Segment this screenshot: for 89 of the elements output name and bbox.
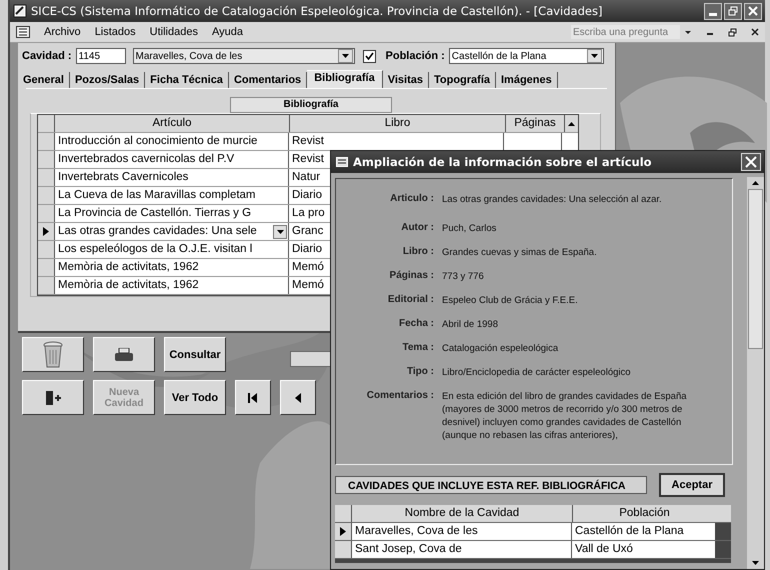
field-label: Editorial : <box>386 294 434 307</box>
help-search-field[interactable]: Escriba una pregunta <box>571 25 680 39</box>
window-title: SICE-CS (Sistema Informático de Catalogación Espeleológica. Provincia de Castellón). - [Cavidades] <box>31 4 602 18</box>
field-label: Tema : <box>402 342 434 355</box>
field-value: Puch, Carlos <box>442 222 498 235</box>
menu-item[interactable]: Listados <box>94 26 136 38</box>
table-cell: Memòria de activitats, 1962 <box>55 277 289 294</box>
field-value: Espeleo Club de Grácia y F.E.E. <box>442 294 579 307</box>
form-icon <box>336 157 348 167</box>
door-plus-icon <box>45 390 61 406</box>
close-icon <box>745 156 757 168</box>
row-selector[interactable] <box>38 223 55 240</box>
field-label: Autor : <box>400 222 434 235</box>
checkbox[interactable] <box>362 50 376 62</box>
poblacion-label: Población : <box>386 50 445 62</box>
first-record-icon <box>247 392 259 404</box>
menu-item[interactable]: Utilidades <box>150 26 198 38</box>
accept-button[interactable]: Aceptar <box>659 473 725 497</box>
section-caption: Bibliografía <box>230 97 392 113</box>
tab[interactable]: Imágenes <box>496 72 558 88</box>
close-icon <box>748 6 758 16</box>
delete-button[interactable] <box>22 337 84 372</box>
field-value: En esta edición del libro de grandes cavidades de España (mayores de 3000 metros de recorrido y/o 300 metros de desnivel) incluyen como grandes cavidades de Castellón (aunque no rebasen las cifras anteriores), <box>442 390 688 442</box>
minimize-icon <box>709 12 717 16</box>
trash-can-icon <box>42 340 64 368</box>
tab[interactable]: Ficha Técnica <box>145 72 229 88</box>
table-cell: Las otras grandes cavidades: Una sele <box>55 223 289 240</box>
restore-icon[interactable] <box>728 28 737 36</box>
column-header[interactable]: Artículo <box>55 115 290 132</box>
tab[interactable]: General <box>18 72 70 88</box>
field-label: Comentarios : <box>366 390 434 403</box>
dropdown-button[interactable] <box>273 225 287 239</box>
row-selector[interactable] <box>335 523 352 540</box>
minimize-button[interactable] <box>704 2 722 20</box>
printer-icon <box>115 348 133 362</box>
tab[interactable]: Visitas <box>382 72 429 88</box>
action-button[interactable]: Ver Todo <box>164 380 226 415</box>
previous-record-button[interactable] <box>280 380 316 415</box>
field-label: Tipo : <box>406 366 434 379</box>
field-label: Articulo : <box>389 193 434 206</box>
table-cell: Memòria de activitats, 1962 <box>55 259 289 276</box>
current-row-icon <box>43 227 49 236</box>
field-label: Fecha : <box>398 318 434 331</box>
dropdown-icon[interactable] <box>684 28 692 36</box>
table-cell: Castellón de la Plana <box>572 523 715 540</box>
table-cell: Maravelles, Cova de les <box>352 523 572 540</box>
tab[interactable]: Bibliografía <box>307 70 383 88</box>
action-button[interactable]: Consultar <box>164 337 226 372</box>
table-cell: La Cueva de las Maravillas completam <box>55 187 289 204</box>
dropdown-icon <box>342 54 349 58</box>
menu-item[interactable]: Archivo <box>44 26 81 38</box>
scrollbar[interactable] <box>747 177 764 569</box>
restore-button[interactable] <box>724 2 742 20</box>
first-record-button[interactable] <box>235 380 271 415</box>
table-cell: Vall de Uxó <box>572 541 715 558</box>
tab[interactable]: Topografía <box>428 72 496 88</box>
scroll-down-icon[interactable] <box>752 561 760 565</box>
scroll-up-icon[interactable] <box>568 122 575 126</box>
cavidad-label: Cavidad : <box>22 50 72 62</box>
column-header[interactable]: Libro <box>290 115 506 132</box>
check-icon <box>364 50 375 62</box>
table-cell: Los espeleólogos de la O.J.E. visitan l <box>55 241 289 258</box>
cavidad-name-combo[interactable]: Maravelles, Cova de les <box>132 48 355 64</box>
field-value: Catalogación espeleológica <box>442 342 560 355</box>
scroll-up-icon[interactable] <box>752 181 760 185</box>
dropdown-icon <box>276 230 284 234</box>
dropdown-icon <box>590 54 598 58</box>
table-cell: Sant Josep, Cova de <box>352 541 572 558</box>
field-value: Libro/Enciclopedia de carácter espeleológico <box>442 366 632 379</box>
restore-icon <box>728 6 738 16</box>
cavidad-id-field[interactable]: 1145 <box>76 48 126 64</box>
previous-icon <box>294 392 302 404</box>
close-icon[interactable] <box>751 28 759 36</box>
table-cell: Invertebrats Cavernicoles <box>55 169 289 186</box>
exit-button[interactable] <box>22 380 84 415</box>
field-label: Libro : <box>402 246 434 259</box>
section-caption: CAVIDADES QUE INCLUYE ESTA REF. BIBLIOGRÁFICA <box>335 476 647 494</box>
document-icon <box>16 26 30 38</box>
menu-item[interactable]: Ayuda <box>212 26 243 38</box>
close-button[interactable] <box>744 2 762 20</box>
poblacion-combo[interactable]: Castellón de la Plana <box>448 48 604 64</box>
app-icon <box>13 4 27 18</box>
close-button[interactable] <box>741 153 761 171</box>
table-cell: Introducción al conocimiento de murcie <box>55 133 289 150</box>
tab[interactable]: Pozos/Salas <box>70 72 146 88</box>
field-value: Abril de 1998 <box>442 318 499 331</box>
table-cell: La Provincia de Castellón. Tierras y G <box>55 205 289 222</box>
table-cell: Invertebrados cavernicolas del P.V <box>55 151 289 168</box>
print-button[interactable] <box>93 337 155 372</box>
